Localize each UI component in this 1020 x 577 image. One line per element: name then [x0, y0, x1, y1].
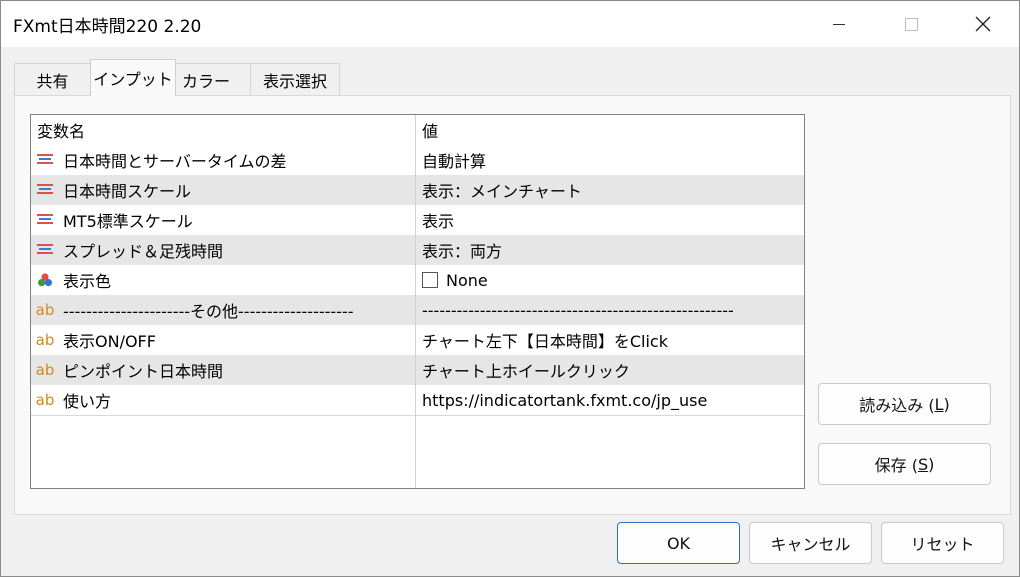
table-row[interactable]: ab 表示ON/OFF チャート左下【日本時間】をClick	[31, 325, 804, 355]
tab-label: インプット	[93, 70, 173, 89]
variable-name: 日本時間スケール	[63, 182, 192, 201]
enum-icon	[37, 152, 53, 168]
tab-label: カラー	[182, 71, 231, 91]
string-icon: ab	[35, 391, 55, 409]
inputs-table: 変数名 値 日本時間とサーバータイムの差 自動計算 日本時間スケール 表示：メイ…	[30, 114, 805, 489]
tab-display-select[interactable]: 表示選択	[250, 63, 340, 95]
tab-label: 共有	[36, 71, 69, 91]
variable-name-cell: 表示色	[31, 265, 416, 295]
save-button-end: )	[928, 454, 935, 474]
variable-name: ピンポイント日本時間	[63, 362, 224, 381]
variable-name: MT5標準スケール	[63, 212, 193, 231]
value-cell[interactable]: 表示：メインチャート	[416, 175, 804, 205]
tab-inputs[interactable]: インプット	[90, 59, 176, 96]
value-cell[interactable]: チャート左下【日本時間】をClick	[416, 325, 804, 355]
variable-name-cell: ab ----------------------その他------------…	[31, 295, 416, 325]
string-icon: ab	[35, 361, 55, 379]
value-cell[interactable]: ----------------------------------------…	[416, 295, 804, 325]
value-cell[interactable]: None	[416, 265, 804, 295]
color-swatch[interactable]	[422, 272, 438, 288]
load-button-label: 読み込み (	[859, 396, 935, 415]
tab-colors[interactable]: カラー	[175, 63, 251, 95]
value-cell[interactable]: 表示	[416, 205, 804, 235]
tab-shared[interactable]: 共有	[14, 63, 91, 95]
variable-name-cell: MT5標準スケール	[31, 205, 416, 235]
close-button[interactable]	[947, 1, 1019, 47]
enum-icon	[37, 212, 53, 228]
string-icon: ab	[35, 301, 55, 319]
variable-name-cell: ab 使い方	[31, 385, 416, 415]
save-button-key: S	[917, 454, 929, 474]
table-row[interactable]: MT5標準スケール 表示	[31, 205, 804, 235]
variable-name-cell: 日本時間スケール	[31, 175, 416, 205]
maximize-button	[875, 1, 947, 47]
color-palette-icon	[37, 272, 53, 288]
ok-button[interactable]: OK	[617, 522, 740, 564]
variable-name-cell: ab 表示ON/OFF	[31, 325, 416, 355]
table-row[interactable]: ab ピンポイント日本時間 チャート上ホイールクリック	[31, 355, 804, 385]
color-value: None	[446, 270, 488, 290]
value-cell[interactable]: 表示：両方	[416, 235, 804, 265]
minimize-button[interactable]	[803, 1, 875, 47]
table-row[interactable]: 表示色 None	[31, 265, 804, 295]
header-value[interactable]: 値	[416, 115, 804, 145]
enum-icon	[37, 182, 53, 198]
variable-name: 表示ON/OFF	[63, 332, 156, 351]
dialog-window: FXmt日本時間220 2.20 共有 インプット カラー 表示選択 変数名 値	[0, 0, 1020, 577]
maximize-icon	[904, 17, 918, 31]
window-title: FXmt日本時間220 2.20	[13, 17, 202, 37]
table-row[interactable]: スプレッド＆足残時間 表示：両方	[31, 235, 804, 265]
load-button-end: )	[943, 394, 950, 414]
value-cell[interactable]: 自動計算	[416, 145, 804, 175]
variable-name: ----------------------その他---------------…	[63, 302, 354, 321]
minimize-icon	[833, 23, 845, 25]
variable-name: 日本時間とサーバータイムの差	[63, 152, 287, 171]
column-divider	[415, 415, 416, 488]
table-row[interactable]: 日本時間とサーバータイムの差 自動計算	[31, 145, 804, 175]
table-row[interactable]: ab ----------------------その他------------…	[31, 295, 804, 325]
variable-name: 使い方	[63, 392, 112, 411]
save-button[interactable]: 保存 (S)	[818, 443, 991, 485]
save-button-label: 保存 (	[874, 456, 918, 475]
table-header: 変数名 値	[31, 115, 804, 145]
variable-name: 表示色	[63, 272, 112, 291]
variable-name-cell: 日本時間とサーバータイムの差	[31, 145, 416, 175]
cancel-button[interactable]: キャンセル	[749, 522, 872, 564]
variable-name: スプレッド＆足残時間	[63, 242, 224, 261]
variable-name-cell: スプレッド＆足残時間	[31, 235, 416, 265]
enum-icon	[37, 242, 53, 258]
row-divider	[31, 415, 804, 416]
load-button[interactable]: 読み込み (L)	[818, 383, 991, 425]
value-cell[interactable]: チャート上ホイールクリック	[416, 355, 804, 385]
reset-button[interactable]: リセット	[881, 522, 1004, 564]
load-button-key: L	[934, 394, 944, 414]
table-row[interactable]: 日本時間スケール 表示：メインチャート	[31, 175, 804, 205]
close-icon	[975, 16, 991, 32]
string-icon: ab	[35, 331, 55, 349]
title-bar: FXmt日本時間220 2.20	[1, 1, 1019, 47]
variable-name-cell: ab ピンポイント日本時間	[31, 355, 416, 385]
value-cell[interactable]: https://indicatortank.fxmt.co/jp_use	[416, 385, 804, 415]
header-name[interactable]: 変数名	[31, 115, 416, 145]
table-row[interactable]: ab 使い方 https://indicatortank.fxmt.co/jp_…	[31, 385, 804, 415]
tab-label: 表示選択	[262, 71, 327, 91]
